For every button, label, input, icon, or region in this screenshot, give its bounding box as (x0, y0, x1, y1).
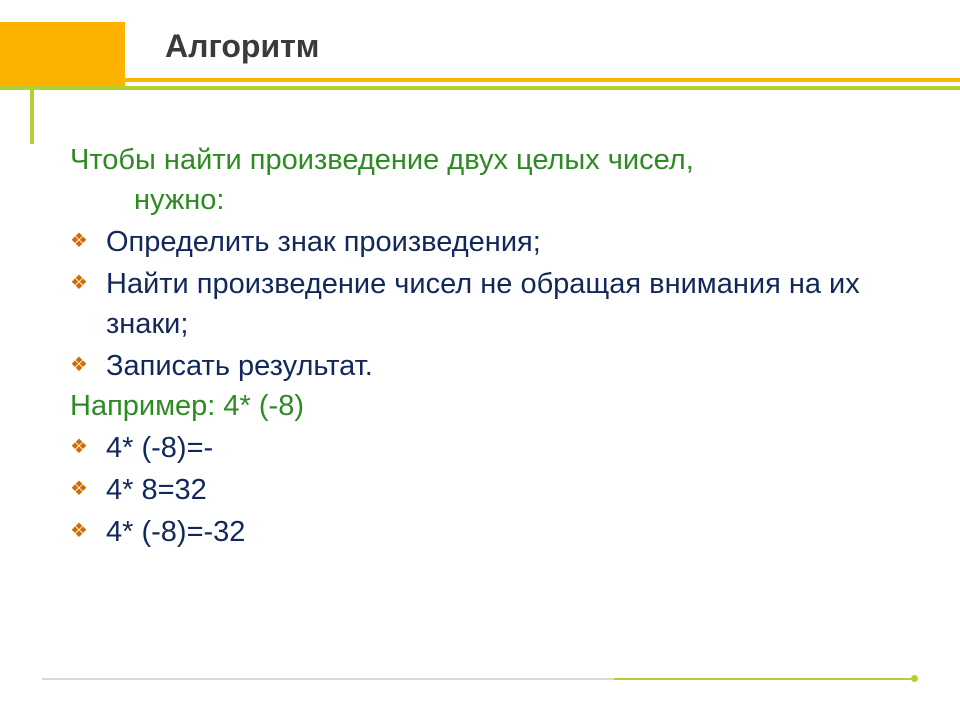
intro-line-2: нужно: (70, 180, 900, 220)
slide-content: Чтобы найти произведение двух целых чисе… (70, 140, 900, 552)
step-text: Определить знак произведения; (106, 222, 900, 262)
title-line-top (0, 78, 960, 82)
intro-line-1: Чтобы найти произведение двух целых чисе… (70, 144, 694, 176)
slide: Алгоритм Чтобы найти произведение двух ц… (0, 0, 960, 720)
title-bar: Алгоритм (0, 22, 960, 86)
intro-text: Чтобы найти произведение двух целых чисе… (70, 140, 900, 220)
example-text: 4* (-8)=-32 (106, 512, 900, 552)
step-item: Найти произведение чисел не обращая вним… (70, 264, 900, 344)
diamond-bullet-icon (70, 346, 106, 384)
example-text: 4* (-8)=- (106, 428, 900, 468)
example-label: Например: 4* (-8) (70, 386, 900, 426)
diamond-bullet-icon (70, 222, 106, 260)
step-item: Записать результат. (70, 346, 900, 386)
step-text: Записать результат. (106, 346, 900, 386)
diamond-bullet-icon (70, 264, 106, 302)
example-item: 4* (-8)=-32 (70, 512, 900, 552)
example-item: 4* (-8)=- (70, 428, 900, 468)
step-text: Найти произведение чисел не обращая вним… (106, 264, 900, 344)
slide-title: Алгоритм (165, 28, 319, 65)
step-item: Определить знак произведения; (70, 222, 900, 262)
title-line-bottom (0, 86, 960, 90)
diamond-bullet-icon (70, 512, 106, 550)
footer-divider (42, 678, 918, 680)
diamond-bullet-icon (70, 470, 106, 508)
example-item: 4* 8=32 (70, 470, 900, 510)
example-text: 4* 8=32 (106, 470, 900, 510)
diamond-bullet-icon (70, 428, 106, 466)
title-accent-box (0, 22, 125, 86)
